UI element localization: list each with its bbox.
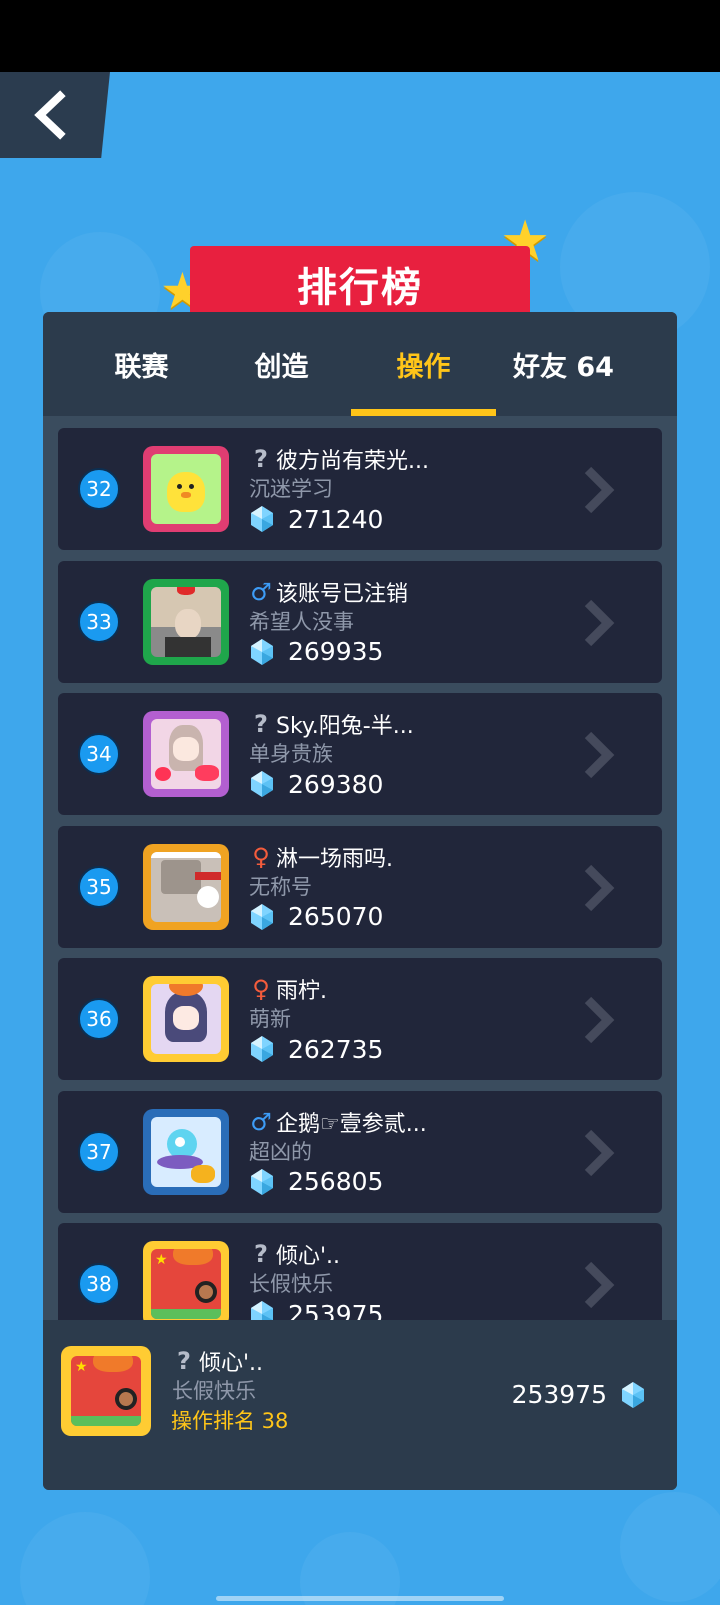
rank-badge: 36 [78, 998, 120, 1040]
back-button[interactable] [0, 72, 110, 158]
player-name: 淋一场雨吗. [276, 846, 393, 872]
gender-unknown-icon: ? [177, 1347, 191, 1375]
avatar[interactable] [143, 976, 229, 1062]
chevron-right-icon [584, 1129, 615, 1176]
leaderboard-row[interactable]: 35 ♀ 淋一场雨吗. 无称号 265070 [58, 825, 662, 948]
leaderboard-row[interactable]: 37 ♂ 企鹅☞壹参贰... 超凶的 256805 [58, 1090, 662, 1213]
player-title: 沉迷学习 [249, 477, 333, 501]
tab-friends[interactable]: 好友 64 [491, 312, 636, 416]
tab-operate[interactable]: 操作 [351, 312, 496, 416]
player-name: 雨柠. [276, 979, 327, 1004]
my-rank-label: 操作排名 38 [171, 1409, 289, 1433]
player-name: 倾心'.. [276, 1244, 341, 1269]
tab-create[interactable]: 创造 [209, 312, 354, 416]
avatar[interactable]: ★ [143, 1241, 229, 1327]
player-title: 超凶的 [249, 1139, 312, 1164]
player-title: 无称号 [249, 874, 312, 899]
avatar[interactable]: ★ [61, 1346, 151, 1436]
player-score: 265070 [288, 902, 384, 931]
avatar[interactable] [143, 843, 229, 930]
player-score: 269935 [288, 637, 384, 666]
player-title: 萌新 [249, 1007, 291, 1031]
chevron-right-icon [584, 731, 615, 779]
rank-badge: 32 [78, 468, 120, 510]
diamond-gem-icon [251, 638, 273, 665]
avatar[interactable] [143, 446, 229, 532]
player-score: 269380 [288, 769, 384, 799]
gender-female-icon: ♀ [252, 975, 270, 1003]
gender-male-icon: ♂ [250, 577, 272, 606]
chevron-right-icon [584, 466, 615, 514]
avatar[interactable] [143, 1108, 229, 1195]
leaderboard-row[interactable]: 36 ♀ 雨柠. 萌新 262735 [58, 958, 662, 1080]
diamond-gem-icon [251, 1168, 273, 1195]
gender-male-icon: ♂ [250, 1107, 272, 1136]
rank-badge: 34 [78, 733, 120, 775]
rank-badge: 35 [78, 865, 120, 908]
player-name: 彼方尚有荣光... [276, 449, 429, 474]
chevron-left-icon [34, 90, 66, 140]
rank-badge: 37 [78, 1130, 120, 1173]
diamond-gem-icon [251, 903, 273, 930]
my-score: 253975 [511, 1380, 607, 1409]
gender-female-icon: ♀ [252, 842, 270, 871]
leaderboard-row[interactable]: 33 ♂ 该账号已注销 希望人没事 269935 [58, 560, 662, 683]
gender-unknown-icon: ? [254, 1240, 268, 1268]
leaderboard-list: 32? 彼方尚有荣光... 沉迷学习 271240 33 ♂ 该账号已注销 希望人没事 2699… [58, 428, 662, 1356]
chevron-right-icon [584, 599, 615, 646]
tab-league[interactable]: 联赛 [69, 312, 214, 416]
player-title: 长假快乐 [172, 1379, 256, 1403]
leaderboard-row[interactable]: 34? Sky.阳兔-半... 单身贵族 269380 [58, 693, 662, 815]
player-score: 271240 [288, 504, 384, 534]
avatar[interactable] [143, 711, 229, 797]
page-title: 排行榜 [190, 246, 530, 322]
rank-badge: 38 [78, 1263, 120, 1305]
chevron-right-icon [584, 996, 615, 1044]
avatar[interactable] [143, 578, 229, 665]
rank-badge: 33 [78, 600, 120, 643]
leaderboard-panel: 联赛 创造 操作 好友 64 32? 彼方尚有荣光... 沉迷学习 271240 33 ♂… [43, 312, 677, 1490]
diamond-gem-icon [251, 1036, 273, 1062]
my-rank-bar[interactable]: ★ ? 倾心'.. 长假快乐 操作排名 38 253975 [43, 1320, 677, 1490]
diamond-gem-icon [622, 1381, 644, 1408]
diamond-gem-icon [251, 771, 273, 797]
gender-unknown-icon: ? [254, 445, 268, 473]
tab-bar: 联赛 创造 操作 好友 64 [43, 312, 677, 416]
chevron-right-icon [584, 1261, 615, 1309]
player-title: 希望人没事 [249, 609, 354, 634]
player-title: 单身贵族 [249, 742, 333, 766]
player-name: 该账号已注销 [276, 581, 409, 607]
home-indicator [216, 1596, 504, 1601]
player-score: 256805 [288, 1167, 384, 1196]
gender-unknown-icon: ? [254, 710, 268, 738]
player-name: 企鹅☞壹参贰... [276, 1111, 427, 1137]
leaderboard-row[interactable]: 32? 彼方尚有荣光... 沉迷学习 271240 [58, 428, 662, 550]
chevron-right-icon [584, 864, 615, 911]
status-bar [0, 0, 720, 72]
player-score: 262735 [288, 1034, 384, 1064]
player-name: Sky.阳兔-半... [276, 714, 414, 739]
player-name: 倾心'.. [199, 1351, 264, 1376]
player-title: 长假快乐 [249, 1272, 333, 1296]
diamond-gem-icon [251, 506, 273, 532]
